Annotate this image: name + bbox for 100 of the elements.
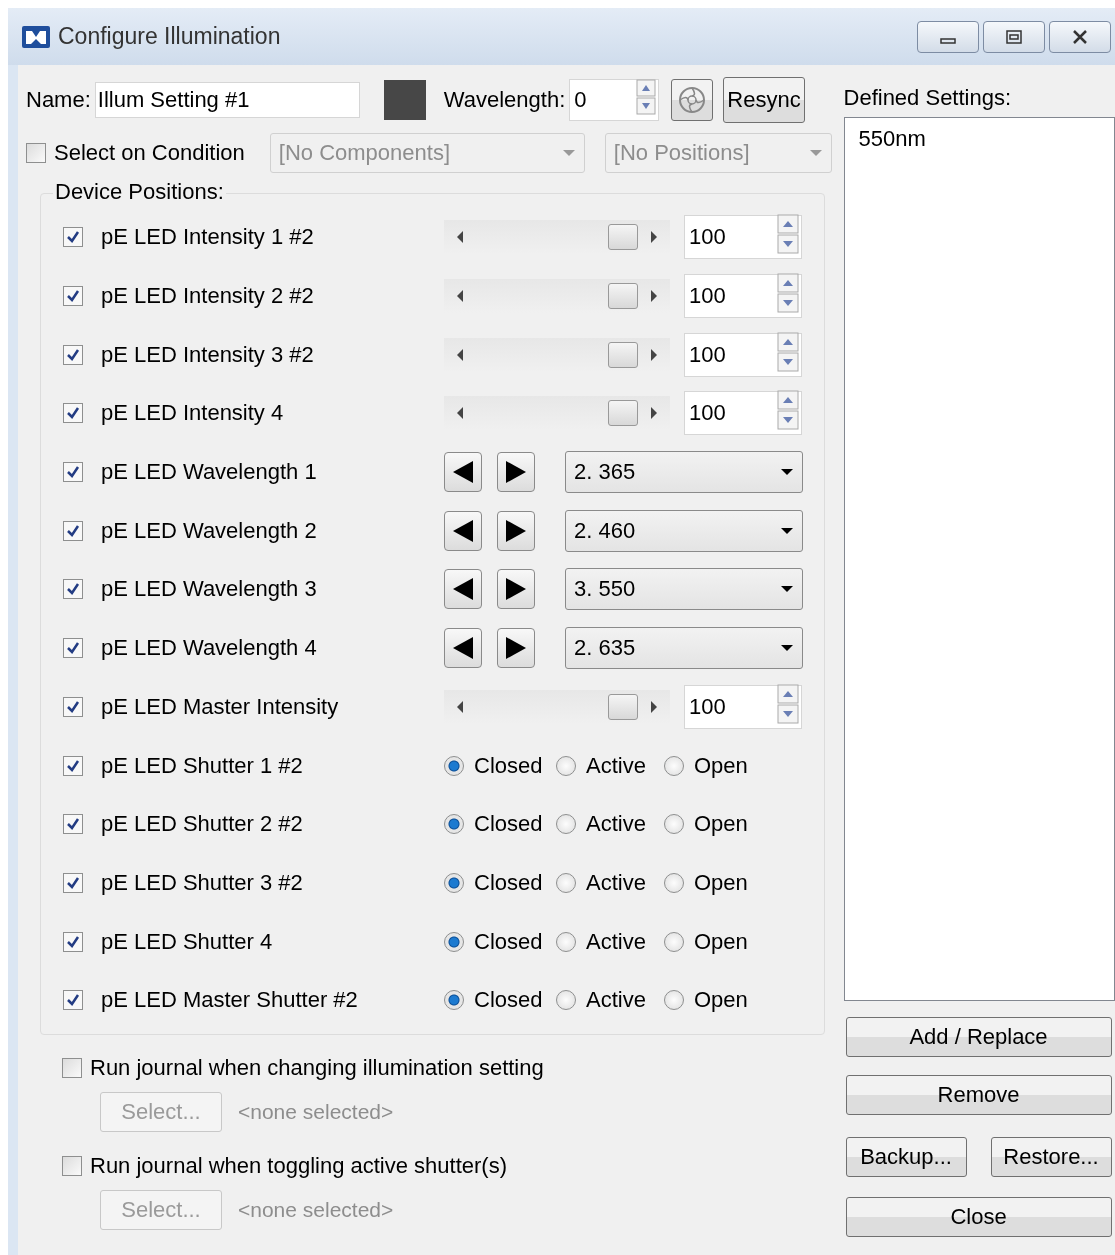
previous-button[interactable]: [444, 452, 482, 493]
right-triangle-icon: [504, 636, 528, 661]
value-spinbox[interactable]: 100: [684, 274, 802, 319]
checkbox[interactable]: [63, 520, 83, 541]
checkbox[interactable]: [62, 1156, 82, 1176]
left-triangle-icon: [451, 460, 475, 485]
checkbox[interactable]: [63, 579, 83, 600]
previous-button[interactable]: [444, 569, 482, 610]
radio-label: Closed: [474, 811, 544, 838]
wavelength-dropdown[interactable]: 2. 365: [565, 451, 803, 494]
radio-button[interactable]: [664, 990, 684, 1011]
wheel-button[interactable]: [671, 79, 714, 121]
radio-label: Open: [694, 811, 748, 838]
checkbox[interactable]: [63, 814, 83, 835]
radio-button[interactable]: [556, 990, 576, 1011]
selection-text: <none selected>: [238, 1198, 394, 1222]
checkbox[interactable]: [62, 1058, 82, 1078]
device-label: pE LED Intensity 2 #2: [101, 283, 315, 310]
add-replace-button[interactable]: Add / Replace: [845, 1017, 1112, 1057]
radio-button[interactable]: [664, 931, 684, 952]
right-arrow-icon: [650, 348, 658, 361]
slider-thumb[interactable]: [608, 224, 638, 251]
checkbox-label: Run journal when changing illumination setting: [90, 1055, 544, 1081]
radio-button[interactable]: [664, 814, 684, 835]
checkbox[interactable]: [63, 755, 83, 776]
next-button[interactable]: [497, 628, 535, 669]
checkbox[interactable]: [26, 143, 46, 163]
device-label: pE LED Wavelength 3: [101, 576, 318, 603]
value-spinbox[interactable]: 100: [684, 215, 802, 260]
restore-button[interactable]: [983, 20, 1045, 53]
previous-button[interactable]: [444, 628, 482, 669]
checkbox[interactable]: [63, 931, 83, 952]
device-label: pE LED Intensity 4: [101, 400, 285, 427]
left-arrow-icon: [456, 231, 464, 244]
radio-button[interactable]: [444, 990, 464, 1011]
value-spinbox[interactable]: 100: [684, 332, 802, 377]
wavelength-dropdown[interactable]: 2. 635: [565, 627, 803, 670]
slider-thumb[interactable]: [608, 283, 638, 310]
radio-button[interactable]: [444, 872, 464, 893]
slider-thumb[interactable]: [608, 400, 638, 427]
color-swatch[interactable]: [383, 80, 426, 120]
checkbox-label: Select on Condition: [54, 140, 245, 166]
slider-thumb[interactable]: [608, 693, 638, 720]
spin-arrows-icon: [777, 214, 799, 255]
previous-button[interactable]: [444, 510, 482, 551]
radio-button[interactable]: [556, 931, 576, 952]
app-logo-icon: [22, 25, 50, 48]
checkbox[interactable]: [63, 872, 83, 893]
radio-label: Active: [586, 752, 647, 779]
radio-label: Open: [694, 869, 748, 896]
close-dialog-button[interactable]: Close: [845, 1197, 1112, 1237]
radio-label: Closed: [474, 928, 544, 955]
radio-label: Active: [586, 869, 647, 896]
radio-label: Active: [586, 928, 647, 955]
radio-button[interactable]: [664, 755, 684, 776]
remove-button[interactable]: Remove: [845, 1075, 1112, 1115]
close-button[interactable]: [1049, 20, 1111, 53]
device-label: pE LED Intensity 1 #2: [101, 224, 315, 251]
list-item[interactable]: 550nm: [858, 126, 926, 152]
radio-button[interactable]: [664, 872, 684, 893]
value-spinbox[interactable]: 100: [684, 684, 802, 729]
spin-arrows-icon: [777, 390, 799, 431]
checkbox[interactable]: [63, 403, 83, 424]
spin-arrows-icon: [777, 331, 799, 372]
wavelength-dropdown[interactable]: 3. 550: [565, 568, 803, 611]
defined-settings-label: Defined Settings:: [843, 85, 1013, 111]
radio-button[interactable]: [556, 814, 576, 835]
next-button[interactable]: [497, 569, 535, 610]
checkbox[interactable]: [63, 462, 83, 483]
value-spinbox[interactable]: 100: [684, 391, 802, 436]
slider-thumb[interactable]: [608, 341, 638, 368]
wavelength-dropdown[interactable]: 2. 460: [565, 509, 803, 552]
checkbox[interactable]: [63, 344, 83, 365]
radio-button[interactable]: [556, 872, 576, 893]
device-label: pE LED Shutter 3 #2: [101, 869, 304, 896]
backup-button[interactable]: Backup...: [845, 1137, 967, 1177]
checkbox[interactable]: [63, 990, 83, 1011]
radio-button[interactable]: [444, 931, 464, 952]
right-triangle-icon: [504, 518, 528, 543]
restore-button[interactable]: Restore...: [990, 1137, 1112, 1177]
dropdown-arrow-icon: [561, 149, 576, 157]
next-button[interactable]: [497, 510, 535, 551]
device-label: pE LED Wavelength 4: [101, 635, 318, 662]
radio-button[interactable]: [444, 814, 464, 835]
minimize-button[interactable]: [917, 20, 979, 53]
checkbox[interactable]: [63, 286, 83, 307]
resync-button[interactable]: Resync: [723, 77, 805, 123]
radio-button[interactable]: [556, 755, 576, 776]
checkbox[interactable]: [63, 638, 83, 659]
name-field[interactable]: Illum Setting #1: [94, 82, 360, 118]
next-button[interactable]: [497, 452, 535, 493]
name-label: Name:: [26, 87, 91, 113]
wavelength-spinbox[interactable]: 0: [569, 79, 660, 121]
checkbox[interactable]: [63, 227, 83, 248]
checkbox[interactable]: [63, 696, 83, 717]
selection-text: <none selected>: [238, 1100, 394, 1124]
radio-button[interactable]: [444, 755, 464, 776]
radio-label: Closed: [474, 869, 544, 896]
right-triangle-icon: [504, 577, 528, 602]
window-title: Configure Illumination: [58, 23, 282, 50]
